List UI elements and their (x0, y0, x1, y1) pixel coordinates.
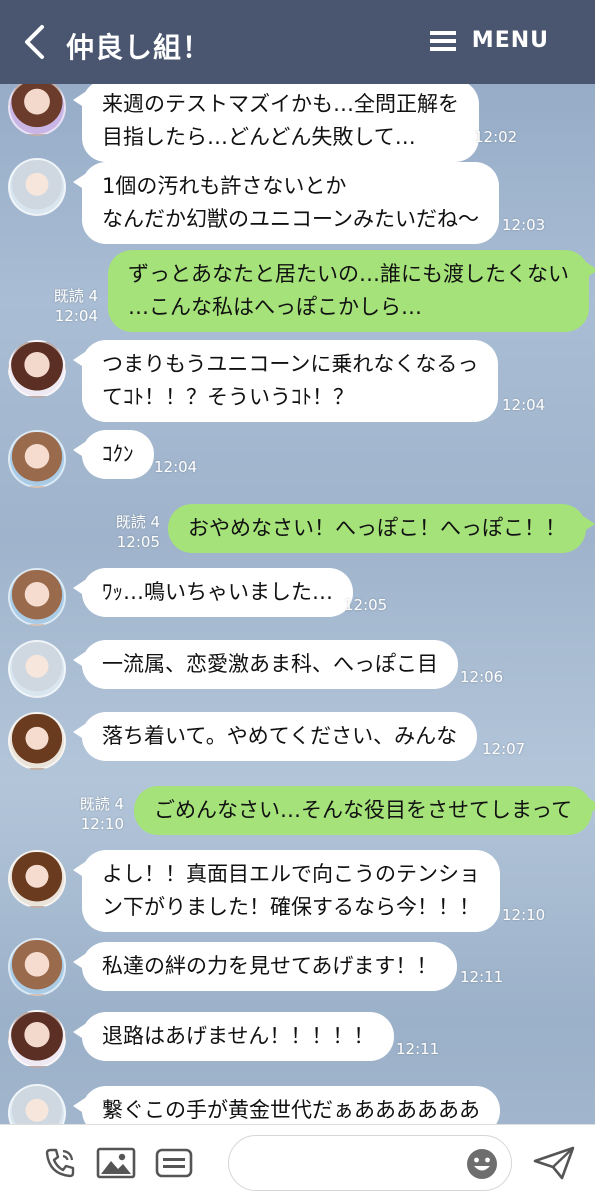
message-text: おやめなさい！へっぽこ！へっぽこ！！ (188, 516, 566, 540)
message-text: ン下がりました！確保するなら今！！！ (102, 895, 480, 919)
message-time: 12:04 (54, 307, 98, 325)
message-text: ずっとあなたと居たいの…誰にも渡したくない (128, 262, 569, 286)
message-text: 私達の絆の力を見せてあげます！！ (102, 954, 438, 978)
message-time: 12:11 (396, 1040, 440, 1058)
read-receipt: 既読 4 (115, 513, 160, 531)
message-text: 繋ぐこの手が黄金世代だぁああああああ (102, 1098, 480, 1122)
message-bubble[interactable]: 繋ぐこの手が黄金世代だぁああああああ (73, 1086, 500, 1124)
emoji-icon (467, 1149, 497, 1179)
send-icon (533, 1146, 575, 1180)
message-text: 落ち着いて。やめてください、みんな (102, 724, 458, 748)
message-bubble[interactable]: 退路はあげません！！！！！ (72, 1012, 395, 1061)
message-meta: 既読 4 12:04 (30, 286, 98, 326)
message-time: 12:03 (502, 216, 546, 234)
message-text: ﾜｯ…鳴いちゃいました… (102, 580, 333, 604)
message-time: 12:10 (80, 815, 124, 833)
message-meta: 既読 4 12:05 (92, 512, 160, 552)
message-text: てｺﾄ！！？そういうｺﾄ！？ (102, 385, 354, 409)
message-bubble[interactable]: ずっとあなたと居たいの…誰にも渡したくない …こんな私はへっぽこかしら… (108, 250, 595, 332)
message-bubble[interactable]: ごめんなさい…そんな役目をさせてしまって (134, 786, 595, 835)
message-list[interactable]: 来週のテストマズイかも…全問正解を 目指したら…どんどん失敗して… 12:02 … (0, 84, 595, 1124)
message-time: 12:05 (344, 596, 388, 614)
avatar[interactable] (8, 712, 66, 770)
message-time: 12:04 (502, 396, 546, 414)
message-bubble[interactable]: ﾜｯ…鳴いちゃいました… (73, 568, 353, 617)
message-text: つまりもうユニコーンに乗れなくなるっ (102, 352, 479, 376)
message-text: 1個の汚れも許さないとか (102, 174, 347, 198)
image-button[interactable] (96, 1143, 136, 1183)
message-bubble[interactable]: 1個の汚れも許さないとか なんだか幻獣のユニコーンみたいだね〜 (73, 162, 499, 244)
message-time: 12:02 (474, 128, 518, 146)
avatar[interactable] (8, 84, 66, 136)
message-time: 12:10 (502, 906, 546, 924)
message-time: 12:07 (482, 740, 526, 758)
avatar[interactable] (8, 850, 66, 908)
read-receipt: 既読 4 (53, 287, 98, 305)
message-text: 目指したら…どんどん失敗して… (102, 125, 416, 149)
message-bubble[interactable]: つまりもうユニコーンに乗れなくなるっ てｺﾄ！！？そういうｺﾄ！？ (72, 340, 499, 422)
avatar[interactable] (8, 938, 66, 996)
message-text: ごめんなさい…そんな役目をさせてしまって (154, 798, 573, 822)
message-text: ｺｸﾝ (102, 442, 134, 466)
emoji-button[interactable] (465, 1147, 499, 1181)
message-bubble[interactable]: よし！！真面目エルで向こうのテンショ ン下がりました！確保するなら今！！！ (73, 850, 500, 932)
message-time: 12:11 (460, 968, 504, 986)
read-receipt: 既読 4 (79, 795, 124, 813)
back-icon (25, 25, 44, 59)
composer-bar (0, 1124, 595, 1200)
chat-header: 仲良し組！ MENU (0, 0, 595, 84)
message-bubble[interactable]: 落ち着いて。やめてください、みんな (72, 712, 478, 761)
avatar[interactable] (8, 640, 66, 698)
message-bubble[interactable]: おやめなさい！へっぽこ！へっぽこ！！ (168, 504, 595, 553)
message-text: …こんな私はへっぽこかしら… (128, 295, 422, 319)
call-icon (45, 1148, 75, 1178)
message-meta: 既読 4 12:10 (56, 794, 124, 834)
message-text: 退路はあげません！！！！！ (102, 1024, 375, 1048)
message-bubble[interactable]: 私達の絆の力を見せてあげます！！ (72, 942, 458, 991)
message-text: よし！！真面目エルで向こうのテンショ (102, 862, 480, 886)
image-icon (96, 1147, 136, 1179)
menu-label: MENU (471, 28, 549, 53)
chat-title: 仲良し組！ (66, 31, 212, 64)
keyboard-button[interactable] (154, 1143, 194, 1183)
message-bubble[interactable]: 来週のテストマズイかも…全問正解を 目指したら…どんどん失敗して… (73, 84, 479, 162)
avatar[interactable] (8, 430, 66, 488)
send-button[interactable] (530, 1143, 578, 1183)
message-input[interactable] (228, 1135, 512, 1191)
message-text: 来週のテストマズイかも…全問正解を (102, 92, 459, 116)
back-button[interactable] (16, 22, 52, 62)
call-button[interactable] (40, 1143, 80, 1183)
message-text: 一流属、恋愛激あま科、へっぽこ目 (102, 652, 438, 676)
avatar[interactable] (8, 1084, 66, 1124)
message-bubble[interactable]: 一流属、恋愛激あま科、へっぽこ目 (73, 640, 458, 689)
avatar[interactable] (8, 568, 66, 626)
message-time: 12:06 (460, 668, 504, 686)
avatar[interactable] (8, 158, 66, 216)
message-time: 12:04 (154, 458, 198, 476)
message-bubble[interactable]: ｺｸﾝ (73, 430, 154, 479)
menu-icon (429, 30, 456, 51)
menu-button[interactable]: MENU (429, 28, 549, 53)
avatar[interactable] (8, 340, 66, 398)
message-time: 12:05 (116, 533, 160, 551)
message-text: なんだか幻獣のユニコーンみたいだね〜 (102, 207, 479, 231)
avatar[interactable] (8, 1010, 66, 1068)
keyboard-icon (155, 1148, 193, 1178)
